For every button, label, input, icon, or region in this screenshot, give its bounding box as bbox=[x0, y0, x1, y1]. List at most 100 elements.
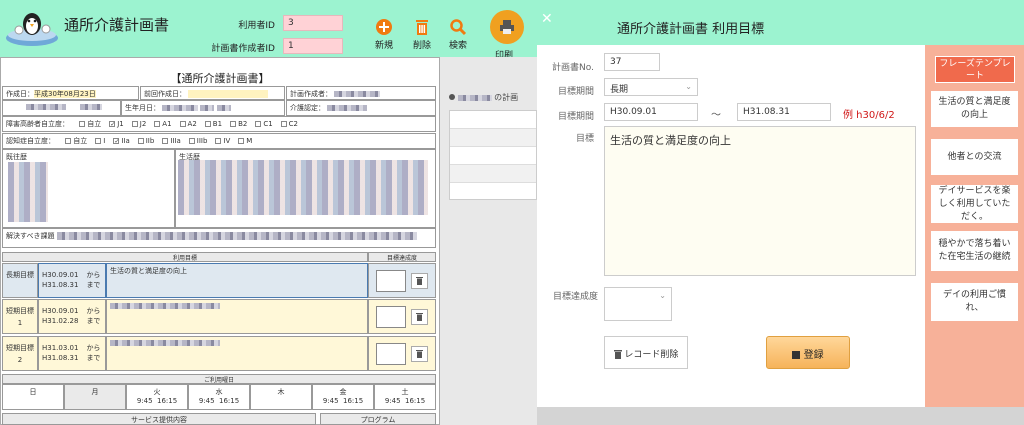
day-cell[interactable]: 月 bbox=[64, 384, 126, 410]
checkbox-icon bbox=[95, 138, 102, 144]
background-list bbox=[449, 110, 537, 200]
level-option[interactable]: ✓ IIa bbox=[113, 137, 130, 145]
level-option[interactable]: ✓ J1 bbox=[109, 120, 124, 128]
new-button[interactable]: 新規 bbox=[364, 18, 404, 51]
phrase-template-item[interactable]: 他者との交流 bbox=[931, 139, 1018, 175]
prev-created-field[interactable]: 前回作成日： bbox=[140, 86, 285, 100]
trash-icon bbox=[416, 277, 423, 285]
phrase-template-item[interactable]: 生活の質と満足度の向上 bbox=[931, 91, 1018, 127]
level-option[interactable]: M bbox=[238, 137, 252, 145]
day-cell[interactable]: 水 9:45 16:15 bbox=[188, 384, 250, 410]
row-delete-button[interactable] bbox=[411, 346, 428, 362]
period-to-input[interactable]: H31.08.31 bbox=[737, 103, 831, 121]
goal-type-cell: 短期目標 1 bbox=[2, 299, 38, 334]
goal-text-cell[interactable]: 生活の質と満足度の向上 bbox=[106, 263, 368, 298]
level-option[interactable]: IV bbox=[215, 137, 230, 145]
user-id-input[interactable]: 3 bbox=[283, 15, 343, 31]
redacted-mosaic bbox=[8, 162, 48, 222]
level-option[interactable]: C2 bbox=[280, 120, 298, 128]
search-icon bbox=[449, 18, 467, 36]
goal-period-cell[interactable]: H30.09.01 から H31.08.31 まで bbox=[38, 263, 106, 298]
disability-level-row: 障害高齢者自立度： 自立 ✓ J1 J2 A1 A2 B1 B2 C1 C2 bbox=[2, 116, 436, 132]
level-option[interactable]: 自立 bbox=[79, 120, 101, 128]
phrase-template-item[interactable]: デイの利用ご慣れ、 bbox=[931, 283, 1018, 321]
goal-text-cell[interactable] bbox=[106, 336, 368, 371]
level-option[interactable]: 自立 bbox=[65, 137, 87, 145]
plan-creator-field: 計画作成者： bbox=[286, 86, 436, 100]
disability-label: 障害高齢者自立度： bbox=[6, 120, 69, 128]
delete-record-button[interactable]: レコード削除 bbox=[604, 336, 688, 369]
register-button[interactable]: 登録 bbox=[766, 336, 850, 369]
checkbox-icon bbox=[79, 121, 86, 127]
achievement-box[interactable] bbox=[376, 270, 406, 292]
created-value: 平成30年08月23日 bbox=[34, 90, 96, 98]
plan-creator-label: 計画作成者： bbox=[290, 90, 332, 98]
care-cert-label: 介護認定： bbox=[290, 104, 325, 112]
stop-square-icon bbox=[792, 351, 801, 359]
row-delete-button[interactable] bbox=[411, 309, 428, 325]
checkbox-icon bbox=[137, 138, 144, 144]
prev-created-label: 前回作成日： bbox=[144, 90, 186, 98]
achievement-box[interactable] bbox=[376, 306, 406, 328]
level-option[interactable]: B2 bbox=[230, 120, 247, 128]
plan-no-label: 計画書No. bbox=[552, 63, 594, 73]
print-button[interactable] bbox=[490, 10, 524, 44]
plan-author-id-label: 計画書作成者ID bbox=[211, 44, 275, 54]
day-cell[interactable]: 土 9:45 16:15 bbox=[374, 384, 436, 410]
created-date-field[interactable]: 作成日：平成30年08月23日 bbox=[2, 86, 139, 100]
level-option[interactable]: C1 bbox=[255, 120, 273, 128]
phrase-template-item[interactable]: 穏やかで落ち着いた在宅生活の継続 bbox=[931, 231, 1018, 271]
goal-period-cell[interactable]: H30.09.01 から H31.02.28 まで bbox=[38, 299, 106, 334]
level-option[interactable]: J2 bbox=[131, 120, 146, 128]
period-type-select[interactable]: 長期 ⌄ bbox=[604, 78, 698, 96]
plan-no-input[interactable]: 37 bbox=[604, 53, 660, 71]
checkbox-checked-icon: ✓ bbox=[113, 138, 120, 145]
chevron-down-icon: ⌄ bbox=[685, 82, 692, 91]
modal-header bbox=[537, 0, 1024, 45]
goal-text-cell[interactable] bbox=[106, 299, 368, 334]
user-name-field bbox=[2, 100, 121, 116]
day-cell[interactable]: 火 9:45 16:15 bbox=[126, 384, 188, 410]
medical-history-label: 既往歴 bbox=[6, 153, 27, 161]
close-icon: ✕ bbox=[541, 11, 553, 27]
checkbox-icon bbox=[162, 138, 169, 144]
period-label: 目標期間 bbox=[557, 112, 594, 122]
checkbox-icon bbox=[65, 138, 72, 144]
search-label: 検索 bbox=[448, 41, 467, 51]
search-button[interactable]: 検索 bbox=[438, 18, 478, 51]
row-delete-button[interactable] bbox=[411, 273, 428, 289]
plan-author-id-input[interactable]: 1 bbox=[283, 38, 343, 54]
delete-button[interactable]: 削除 bbox=[402, 18, 442, 51]
issues-row[interactable]: 解決すべき課題 bbox=[2, 228, 436, 248]
level-option[interactable]: I bbox=[95, 137, 105, 145]
level-option[interactable]: IIb bbox=[137, 137, 154, 145]
goal-period-cell[interactable]: H31.03.01 から H31.08.31 まで bbox=[38, 336, 106, 371]
modal-close-button[interactable]: ✕ bbox=[541, 11, 553, 27]
goal-textarea[interactable]: 生活の質と満足度の向上 bbox=[604, 126, 916, 276]
penguin-logo-icon bbox=[4, 8, 60, 48]
birth-date-field: 生年月日： bbox=[121, 100, 285, 116]
checkbox-icon bbox=[230, 121, 237, 127]
goal-type-cell: 短期目標 2 bbox=[2, 336, 38, 371]
issues-label: 解決すべき課題 bbox=[6, 232, 55, 240]
level-option[interactable]: B1 bbox=[204, 120, 222, 128]
phrase-template-item[interactable]: デイサービスを楽しく利用していただく。 bbox=[931, 185, 1018, 223]
app-title: 通所介護計画書 bbox=[64, 16, 170, 34]
level-option[interactable]: A1 bbox=[154, 120, 172, 128]
day-cell[interactable]: 木 bbox=[250, 384, 312, 410]
day-cell[interactable]: 日 bbox=[2, 384, 64, 410]
period-from-input[interactable]: H30.09.01 bbox=[604, 103, 698, 121]
level-option[interactable]: IIIa bbox=[162, 137, 181, 145]
achievement-select[interactable]: ⌄ bbox=[604, 287, 672, 321]
level-option[interactable]: IIIb bbox=[188, 137, 207, 145]
level-option[interactable]: A2 bbox=[179, 120, 197, 128]
achievement-cell bbox=[368, 299, 436, 334]
achievement-box[interactable] bbox=[376, 343, 406, 365]
day-cell[interactable]: 金 9:45 16:15 bbox=[312, 384, 374, 410]
dementia-level-row: 認知症自立度： 自立 I ✓ IIa IIb IIIa IIIb IV M bbox=[2, 133, 436, 149]
days-header: ご利用曜日 bbox=[2, 374, 436, 384]
goal-label: 目標 bbox=[575, 134, 594, 144]
birth-label: 生年月日： bbox=[125, 104, 160, 112]
checkbox-icon bbox=[131, 121, 138, 127]
created-label: 作成日： bbox=[6, 90, 34, 98]
